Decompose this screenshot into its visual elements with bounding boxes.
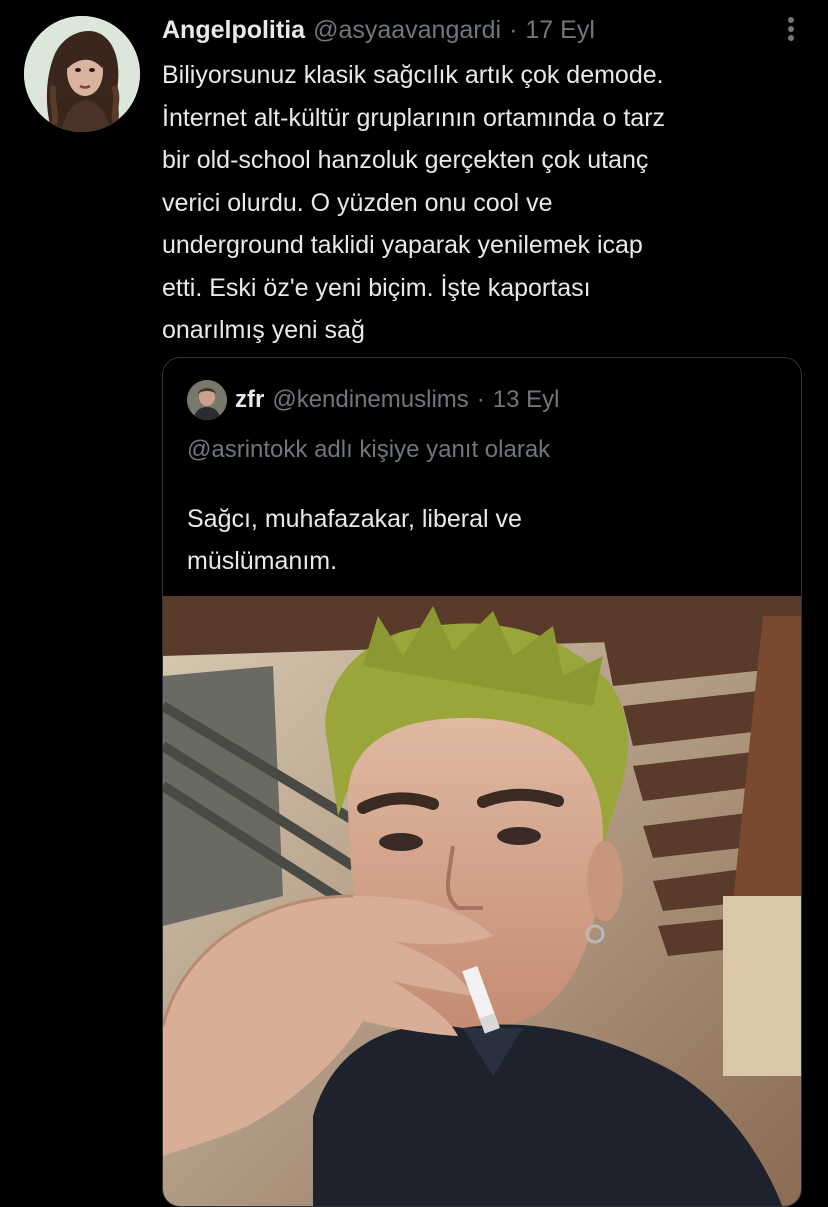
tweet-text-line: İnternet alt-kültür gruplarının ortamınd… — [162, 103, 666, 132]
profile-photo-icon — [187, 380, 227, 420]
quoted-author-avatar[interactable] — [187, 380, 227, 420]
more-options-button[interactable] — [776, 16, 806, 42]
quoted-tweet-date[interactable]: 13 Eyl — [493, 384, 560, 416]
author-avatar[interactable] — [24, 16, 140, 132]
tweet-header: Angelpolitia @asyaavangardi · 17 Eyl — [162, 12, 595, 48]
tweet-text-line: Biliyorsunuz klasik sağcılık artık çok d… — [162, 61, 664, 89]
author-name[interactable]: Angelpolitia — [162, 12, 305, 48]
tweet-text-line: underground taklidi yaparak yenilemek ic… — [162, 231, 643, 259]
profile-photo-icon — [24, 16, 140, 132]
quoted-text-line: müslümanım. — [187, 547, 338, 575]
more-vertical-icon — [788, 17, 794, 41]
tweet-text-line: verici olurdu. O yüzden onu cool ve — [162, 188, 553, 217]
author-handle[interactable]: @asyaavangardi — [313, 12, 501, 48]
quoted-text-line: Sağcı, muhafazakar, liberal ve — [187, 505, 522, 533]
quoted-author-name[interactable]: zfr — [235, 384, 264, 416]
tweet-date[interactable]: 17 Eyl — [525, 12, 594, 48]
reply-context[interactable]: @asrintokk adlı kişiye yanıt olarak — [187, 434, 550, 466]
separator-dot: · — [476, 386, 485, 413]
quoted-author-handle[interactable]: @kendinemuslims — [272, 384, 468, 416]
attached-photo[interactable] — [163, 596, 801, 1206]
photo-icon — [163, 596, 801, 1206]
quoted-tweet[interactable]: zfr @kendinemuslims · 13 Eyl @asrintokk … — [162, 357, 802, 1207]
tweet-text-line: onarılmış yeni sağ — [162, 316, 365, 344]
tweet-text-line: bir old-school hanzoluk gerçekten çok ut… — [162, 146, 649, 174]
separator-dot: · — [509, 16, 518, 44]
quoted-tweet-text: Sağcı, muhafazakar, liberal ve müslümanı… — [187, 498, 767, 582]
tweet-text-line: etti. Eski öz'e yeni biçim. İşte kaporta… — [162, 273, 591, 302]
quoted-tweet-header: zfr @kendinemuslims · 13 Eyl — [187, 380, 559, 420]
tweet[interactable]: Angelpolitia @asyaavangardi · 17 Eyl Bil… — [0, 0, 828, 1207]
tweet-text: Biliyorsunuz klasik sağcılık artık çok d… — [162, 54, 812, 352]
